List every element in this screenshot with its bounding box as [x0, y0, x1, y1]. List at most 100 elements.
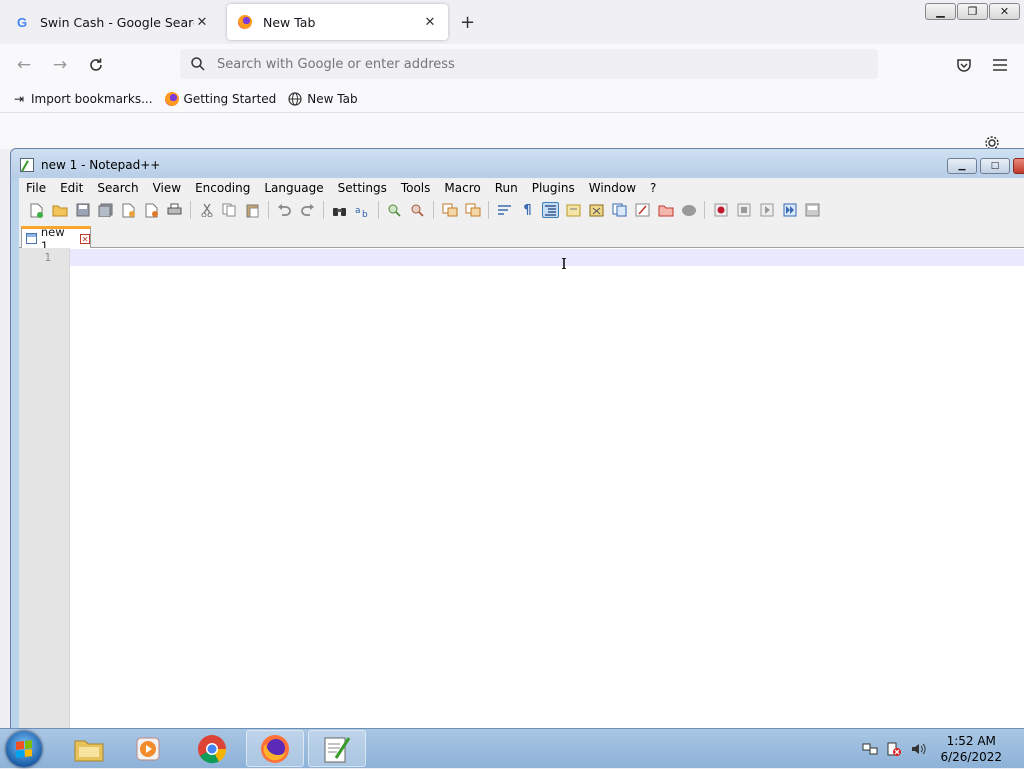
- menu-language[interactable]: Language: [257, 181, 330, 195]
- minimize-button[interactable]: ▁: [925, 3, 956, 20]
- taskbar-chrome[interactable]: [183, 730, 241, 767]
- tab-swin-cash-search[interactable]: G Swin Cash - Google Search ✕: [4, 4, 220, 40]
- menu-file[interactable]: File: [19, 181, 53, 195]
- close-tab-icon[interactable]: ✕: [80, 233, 91, 244]
- taskbar-notepadpp[interactable]: [308, 730, 366, 767]
- word-wrap-icon[interactable]: [496, 202, 513, 218]
- npp-minimize-button[interactable]: ▁: [947, 158, 977, 174]
- undo-icon[interactable]: [276, 202, 293, 218]
- bookmarks-toolbar: ⇥ Import bookmarks... Getting Started Ne…: [0, 86, 1024, 113]
- menu-edit[interactable]: Edit: [53, 181, 90, 195]
- reload-icon: [90, 58, 102, 71]
- replace-icon[interactable]: ab: [354, 202, 371, 218]
- copy-icon[interactable]: [221, 202, 238, 218]
- close-file-icon[interactable]: [120, 202, 137, 218]
- new-tab-button[interactable]: +: [460, 12, 475, 33]
- firefox-page-content: [0, 113, 1024, 150]
- svg-text:a: a: [355, 206, 361, 216]
- forward-button[interactable]: →: [49, 54, 71, 76]
- network-icon[interactable]: [862, 741, 878, 757]
- tab-new-tab[interactable]: New Tab ✕: [227, 4, 448, 40]
- minimize-icon: ▁: [958, 161, 966, 171]
- close-tab-icon[interactable]: ✕: [422, 15, 438, 30]
- menu-run[interactable]: Run: [488, 181, 525, 195]
- macro-stop-icon[interactable]: [735, 202, 752, 218]
- taskbar-explorer[interactable]: [60, 730, 118, 767]
- current-line-highlight: [70, 249, 1024, 266]
- notepadpp-titlebar[interactable]: new 1 - Notepad++ ▁ □: [11, 149, 1024, 179]
- address-bar[interactable]: [180, 49, 878, 79]
- toolbar: ab ¶: [19, 198, 1024, 222]
- firefox-icon: [237, 14, 253, 30]
- close-button[interactable]: ✕: [989, 3, 1020, 20]
- reload-button[interactable]: [85, 54, 107, 76]
- print-icon[interactable]: [166, 202, 183, 218]
- taskbar-firefox[interactable]: [246, 730, 304, 767]
- indent-guide-icon[interactable]: [542, 202, 559, 218]
- save-icon[interactable]: [74, 202, 91, 218]
- search-icon: [191, 57, 205, 71]
- npp-close-button[interactable]: [1013, 158, 1024, 174]
- zoom-in-icon[interactable]: [386, 202, 403, 218]
- restore-button[interactable]: ❐: [957, 3, 988, 20]
- start-button[interactable]: [6, 731, 42, 767]
- macro-save-icon[interactable]: [804, 202, 821, 218]
- npp-maximize-button[interactable]: □: [980, 158, 1010, 174]
- text-cursor-icon: I: [561, 255, 567, 273]
- menu-settings[interactable]: Settings: [331, 181, 394, 195]
- bookmark-label: Getting Started: [183, 92, 277, 106]
- import-icon: ⇥: [13, 92, 25, 106]
- find-icon[interactable]: [331, 202, 348, 218]
- new-file-icon[interactable]: [28, 202, 45, 218]
- doc-list-icon[interactable]: [611, 202, 628, 218]
- bookmark-new-tab[interactable]: New Tab: [288, 92, 358, 106]
- show-all-chars-icon[interactable]: ¶: [519, 202, 536, 218]
- monitoring-icon[interactable]: [680, 202, 697, 218]
- action-center-alert-icon[interactable]: [886, 741, 902, 757]
- zoom-out-icon[interactable]: [409, 202, 426, 218]
- redo-icon[interactable]: [299, 202, 316, 218]
- macro-play-icon[interactable]: [758, 202, 775, 218]
- firefox-nav-bar: ← →: [0, 44, 1024, 86]
- taskbar-media-player[interactable]: [119, 730, 177, 767]
- bookmark-getting-started[interactable]: Getting Started: [164, 92, 277, 106]
- menu-tools[interactable]: Tools: [394, 181, 438, 195]
- close-all-icon[interactable]: [143, 202, 160, 218]
- macro-run-multiple-icon[interactable]: [781, 202, 798, 218]
- doc-map-icon[interactable]: [588, 202, 605, 218]
- menu-macro[interactable]: Macro: [437, 181, 487, 195]
- folder-workspace-icon[interactable]: [657, 202, 674, 218]
- menu-view[interactable]: View: [146, 181, 188, 195]
- udl-icon[interactable]: [565, 202, 582, 218]
- back-button[interactable]: ←: [13, 54, 35, 76]
- save-all-icon[interactable]: [97, 202, 114, 218]
- pocket-button[interactable]: [953, 54, 975, 76]
- hamburger-menu-icon: [993, 59, 1007, 71]
- text-editor[interactable]: 1 I: [19, 248, 1024, 739]
- menu-window[interactable]: Window: [582, 181, 643, 195]
- function-list-icon[interactable]: [634, 202, 651, 218]
- close-tab-icon[interactable]: ✕: [194, 15, 210, 30]
- sync-horizontal-icon[interactable]: [464, 202, 481, 218]
- paste-icon[interactable]: [244, 202, 261, 218]
- open-file-icon[interactable]: [51, 202, 68, 218]
- clock[interactable]: 1:52 AM 6/26/2022: [940, 733, 1002, 765]
- toolbar-separator: [190, 201, 191, 219]
- menu-encoding[interactable]: Encoding: [188, 181, 257, 195]
- media-player-icon: [136, 737, 160, 760]
- sync-vertical-icon[interactable]: [441, 202, 458, 218]
- volume-icon[interactable]: [910, 741, 927, 757]
- svg-text:b: b: [362, 210, 368, 218]
- app-menu-button[interactable]: [989, 54, 1011, 76]
- document-tab-new-1[interactable]: new 1 ✕: [21, 225, 91, 253]
- cut-icon[interactable]: [198, 202, 215, 218]
- macro-record-icon[interactable]: [712, 202, 729, 218]
- address-input[interactable]: [215, 55, 819, 73]
- menu-search[interactable]: Search: [90, 181, 145, 195]
- bookmark-import[interactable]: ⇥ Import bookmarks...: [12, 92, 153, 106]
- menu-help[interactable]: ?: [643, 181, 663, 195]
- menu-plugins[interactable]: Plugins: [525, 181, 582, 195]
- forward-arrow-icon: →: [52, 55, 68, 75]
- clock-time: 1:52 AM: [946, 734, 996, 748]
- firefox-icon: [261, 734, 289, 763]
